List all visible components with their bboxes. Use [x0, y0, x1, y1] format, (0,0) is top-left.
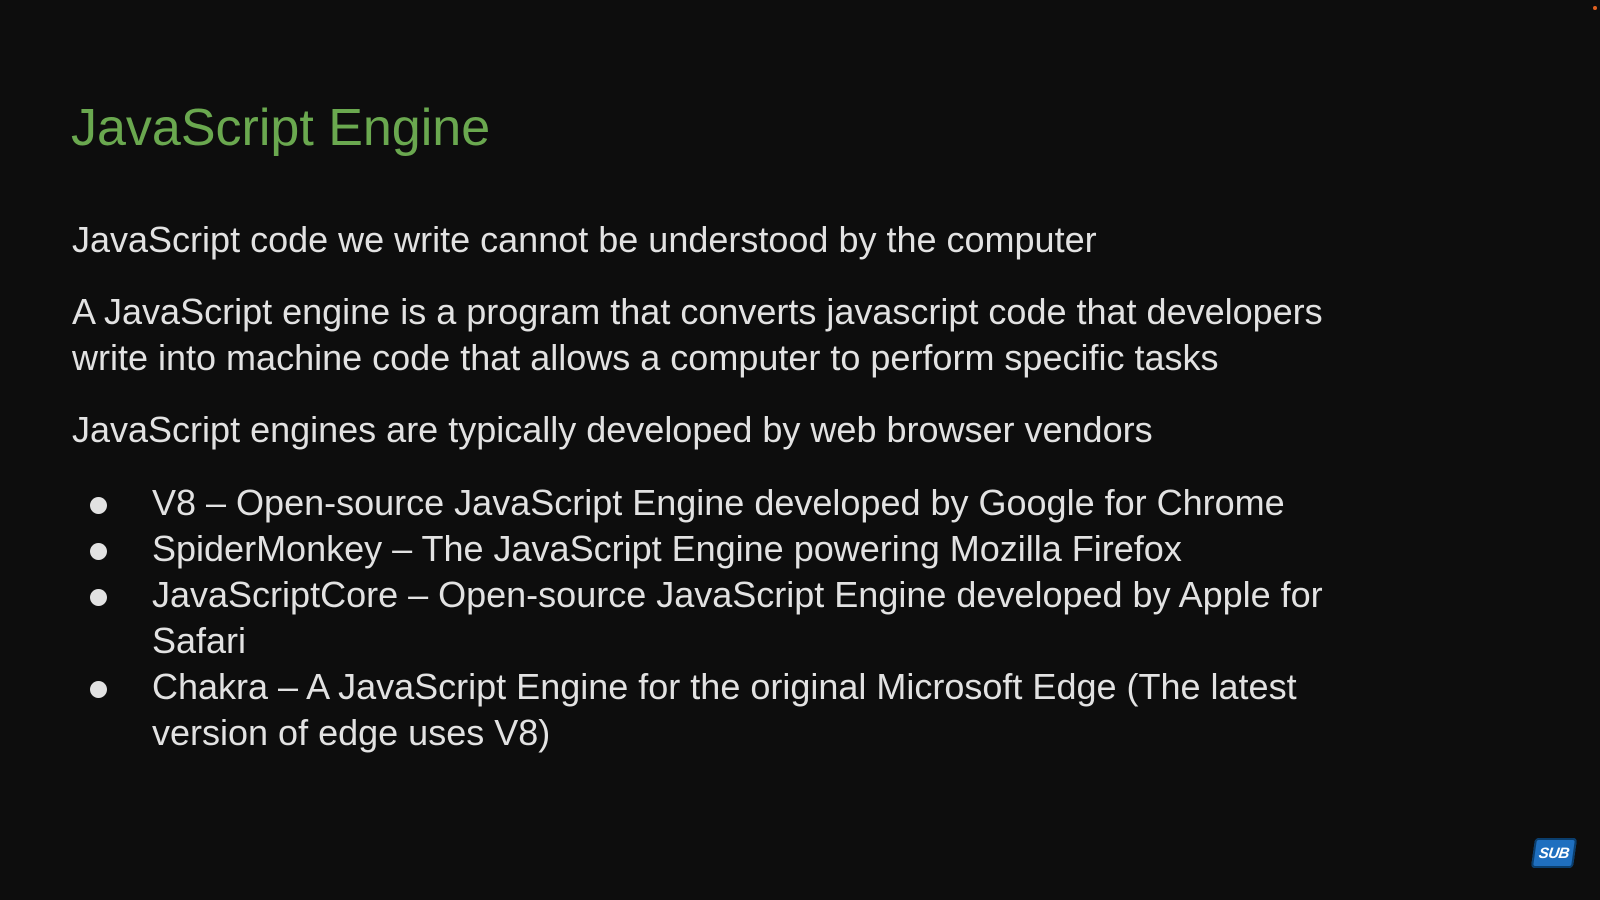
bullet-line: V8 – Open-source JavaScript Engine devel…: [152, 482, 1285, 523]
engine-bullet-list: V8 – Open-source JavaScript Engine devel…: [0, 480, 1323, 756]
bullet-dot-icon: [90, 589, 107, 606]
paragraph-line: JavaScript code we write cannot be under…: [72, 219, 1097, 260]
bullet-line: Chakra – A JavaScript Engine for the ori…: [152, 666, 1297, 707]
bullet-line: JavaScriptCore – Open-source JavaScript …: [152, 574, 1323, 615]
slide-title: JavaScript Engine: [71, 99, 491, 157]
bullet-line: version of edge uses V8): [152, 712, 551, 753]
paragraph-computer-understanding: JavaScript code we write cannot be under…: [72, 217, 1097, 263]
bullet-item-v8: V8 – Open-source JavaScript Engine devel…: [0, 480, 1323, 526]
paragraph-engine-definition: A JavaScript engine is a program that co…: [72, 289, 1323, 381]
bullet-item-chakra: Chakra – A JavaScript Engine for the ori…: [0, 664, 1323, 756]
bullet-dot-icon: [90, 497, 107, 514]
presentation-slide: JavaScript Engine JavaScript code we wri…: [0, 0, 1600, 900]
bullet-dot-icon: [90, 681, 107, 698]
paragraph-line: JavaScript engines are typically develop…: [72, 409, 1153, 450]
bullet-item-javascriptcore: JavaScriptCore – Open-source JavaScript …: [0, 572, 1323, 664]
corner-dot-icon: [1593, 6, 1597, 10]
paragraph-browser-vendors: JavaScript engines are typically develop…: [72, 407, 1153, 453]
subscribe-badge-icon[interactable]: SUB: [1530, 838, 1578, 868]
bullet-line: Safari: [152, 620, 247, 661]
bullet-line: SpiderMonkey – The JavaScript Engine pow…: [152, 528, 1182, 569]
subscribe-badge-label: SUB: [1537, 844, 1571, 862]
paragraph-line: write into machine code that allows a co…: [72, 337, 1219, 378]
bullet-dot-icon: [90, 543, 107, 560]
paragraph-line: A JavaScript engine is a program that co…: [72, 291, 1323, 332]
bullet-item-spidermonkey: SpiderMonkey – The JavaScript Engine pow…: [0, 526, 1323, 572]
